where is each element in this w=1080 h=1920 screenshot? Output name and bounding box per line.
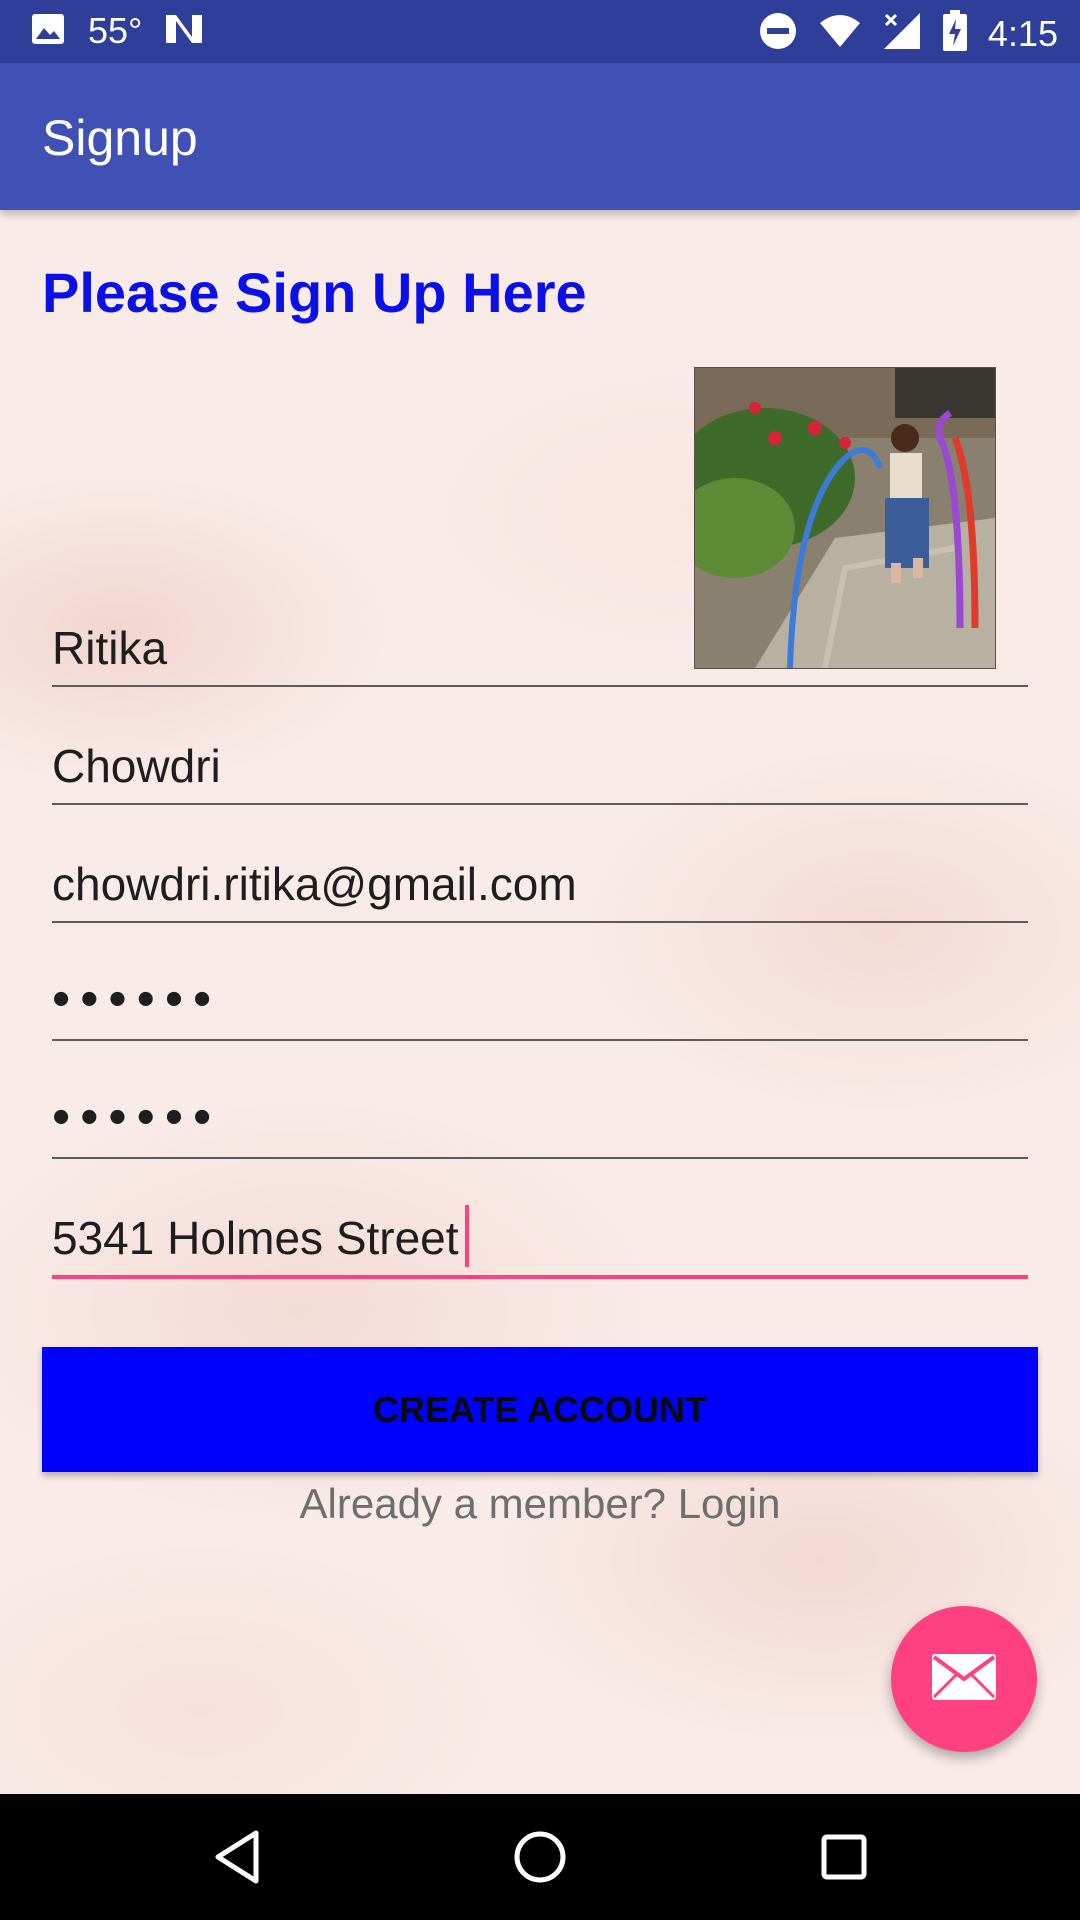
password-input[interactable] (52, 969, 1028, 1029)
mail-fab-button[interactable] (891, 1606, 1037, 1752)
status-bar: 55° 4:15 (0, 0, 1080, 63)
home-icon[interactable] (510, 1827, 570, 1887)
password-field[interactable] (52, 959, 1028, 1041)
cell-signal-icon (882, 11, 922, 56)
address-input[interactable] (52, 1211, 1028, 1265)
login-link[interactable]: Already a member? Login (0, 1480, 1080, 1528)
image-icon (30, 11, 66, 52)
app-bar: Signup (0, 63, 1080, 210)
back-icon[interactable] (208, 1827, 268, 1887)
battery-charging-icon (942, 10, 968, 57)
app-title: Signup (42, 110, 198, 166)
email-field[interactable] (52, 841, 1028, 923)
last-name-input[interactable] (52, 739, 1028, 793)
last-name-field[interactable] (52, 723, 1028, 805)
email-input[interactable] (52, 857, 1028, 911)
signup-heading: Please Sign Up Here (42, 261, 587, 324)
confirm-password-field[interactable] (52, 1077, 1028, 1159)
address-field[interactable] (52, 1195, 1028, 1279)
mail-icon (931, 1653, 997, 1706)
first-name-input[interactable] (52, 621, 1028, 675)
create-account-button[interactable]: CREATE ACCOUNT (42, 1347, 1038, 1472)
do-not-disturb-icon (758, 11, 798, 56)
text-cursor (465, 1205, 469, 1267)
confirm-password-input[interactable] (52, 1087, 1028, 1147)
navigation-bar (0, 1794, 1080, 1920)
clock: 4:15 (987, 12, 1058, 54)
temperature: 55° (88, 10, 143, 51)
n-logo-icon (164, 11, 204, 52)
first-name-field[interactable] (52, 605, 1028, 687)
recents-icon[interactable] (814, 1827, 874, 1887)
wifi-icon (818, 13, 862, 54)
